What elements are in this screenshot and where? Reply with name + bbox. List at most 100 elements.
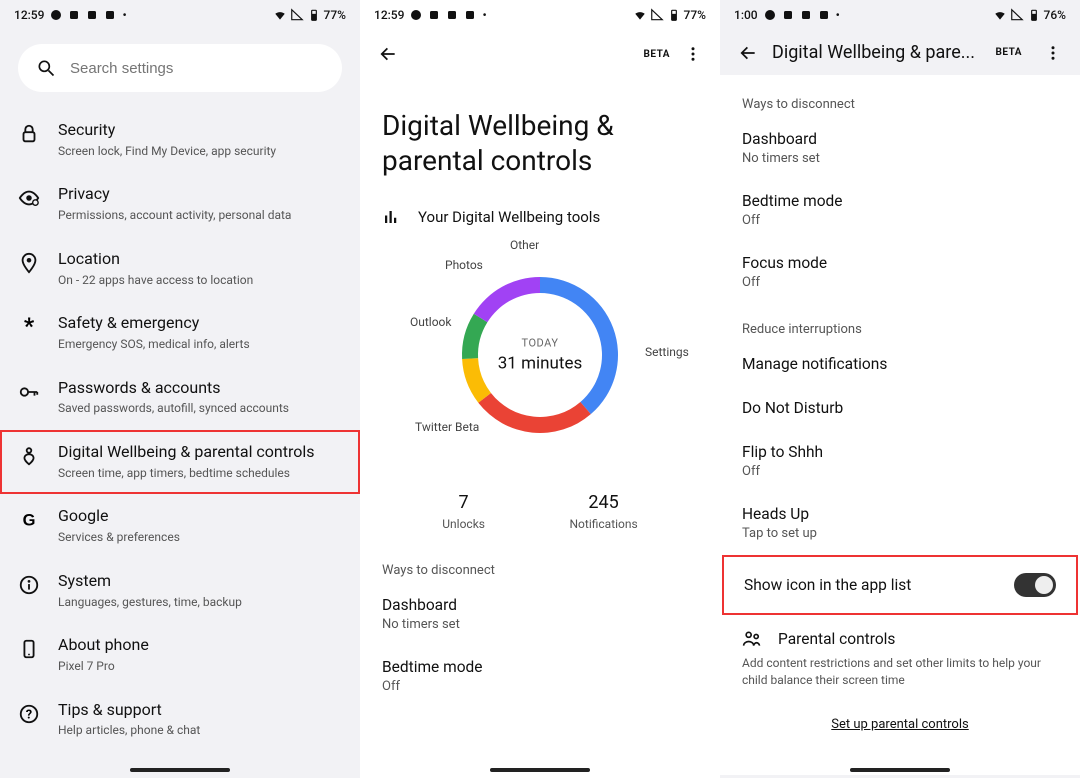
setting-sub: Emergency SOS, medical info, alerts xyxy=(58,337,342,353)
status-bar: 12:59 • 77% xyxy=(0,0,360,30)
stats-row: 7 Unlocks 245 Notifications xyxy=(360,470,720,545)
settings-screen: 12:59 • 77% Security Screen lock, Find M… xyxy=(0,0,360,778)
svg-text:*: * xyxy=(24,316,35,338)
parental-controls-row[interactable]: Parental controls xyxy=(720,615,1080,655)
setting-title: Location xyxy=(58,249,342,270)
status-time: 1:00 xyxy=(734,8,758,22)
stat-unlocks[interactable]: 7 Unlocks xyxy=(442,492,485,531)
item-focus-mode[interactable]: Focus modeOff xyxy=(720,242,1080,304)
setting-item-system[interactable]: System Languages, gestures, time, backup xyxy=(0,559,360,623)
nav-bar[interactable] xyxy=(130,768,230,772)
item-sub: Off xyxy=(742,213,1058,228)
setting-item-location[interactable]: Location On - 22 apps have access to loc… xyxy=(0,237,360,301)
setting-text: System Languages, gestures, time, backup xyxy=(58,571,342,610)
item-sub: Tap to set up xyxy=(742,526,1058,541)
back-icon[interactable] xyxy=(378,44,398,64)
setting-item-security[interactable]: Security Screen lock, Find My Device, ap… xyxy=(0,108,360,172)
more-dot: • xyxy=(122,8,126,22)
setting-item-google[interactable]: G Google Services & preferences xyxy=(0,494,360,558)
wifi-icon xyxy=(273,8,287,22)
bar-chart-icon xyxy=(382,208,400,226)
item-sub: Off xyxy=(742,464,1058,479)
setting-item-tips-support[interactable]: ? Tips & support Help articles, phone & … xyxy=(0,688,360,752)
stat-label: Unlocks xyxy=(442,517,485,531)
item-flip-to-shhh[interactable]: Flip to ShhhOff xyxy=(720,431,1080,493)
item-bedtime-mode[interactable]: Bedtime modeOff xyxy=(720,180,1080,242)
setting-title: Security xyxy=(58,120,342,141)
stat-notifications[interactable]: 245 Notifications xyxy=(570,492,638,531)
parental-controls-link[interactable]: Set up parental controls xyxy=(720,703,1080,746)
more-vert-icon[interactable] xyxy=(684,45,702,63)
setting-item-about-phone[interactable]: About phone Pixel 7 Pro xyxy=(0,623,360,687)
chart-center-label: TODAY xyxy=(498,337,582,350)
setting-title: Google xyxy=(58,506,342,527)
messenger-icon xyxy=(764,9,776,21)
setting-item-safety-emergency[interactable]: * Safety & emergency Emergency SOS, medi… xyxy=(0,301,360,365)
setting-sub: Saved passwords, autofill, synced accoun… xyxy=(58,401,342,417)
stat-num: 245 xyxy=(570,492,638,513)
chart-label-other: Other xyxy=(510,238,539,252)
search-input[interactable] xyxy=(70,60,324,77)
setting-sub: Screen time, app timers, bedtime schedul… xyxy=(58,466,342,482)
page-title: Digital Wellbeing & pare... xyxy=(772,42,982,63)
setting-text: Google Services & preferences xyxy=(58,506,342,545)
setting-sub: Pixel 7 Pro xyxy=(58,659,342,675)
item-manage-notifications[interactable]: Manage notifications xyxy=(720,343,1080,387)
search-bar[interactable] xyxy=(18,44,342,92)
battery-icon xyxy=(1027,8,1041,22)
chart-label-twitter-beta: Twitter Beta xyxy=(415,420,479,434)
setting-sub: Permissions, account activity, personal … xyxy=(58,208,342,224)
donut-slice-outlook[interactable] xyxy=(462,358,491,403)
item-sub: Off xyxy=(382,679,698,694)
usage-donut-chart[interactable]: TODAY 31 minutes SettingsTwitter BetaOut… xyxy=(360,240,720,470)
item-heads-up[interactable]: Heads UpTap to set up xyxy=(720,493,1080,555)
show-icon-toggle-row[interactable]: Show icon in the app list xyxy=(722,555,1078,615)
more-vert-icon[interactable] xyxy=(1044,44,1062,62)
google-icon: G xyxy=(18,509,40,531)
more-dot: • xyxy=(836,8,840,22)
item-dashboard[interactable]: Dashboard No timers set xyxy=(360,584,720,646)
stat-num: 7 xyxy=(442,492,485,513)
item-title: Do Not Disturb xyxy=(742,399,1058,417)
battery-percent: 77% xyxy=(684,8,706,22)
setting-item-privacy[interactable]: Privacy Permissions, account activity, p… xyxy=(0,172,360,236)
beta-badge: BETA xyxy=(996,47,1023,58)
wifi-icon xyxy=(633,8,647,22)
back-icon[interactable] xyxy=(738,43,758,63)
item-title: Dashboard xyxy=(742,130,1058,148)
key-icon xyxy=(18,381,40,403)
setting-item-passwords-accounts[interactable]: Passwords & accounts Saved passwords, au… xyxy=(0,366,360,430)
section-ways-to-disconnect: Ways to disconnect xyxy=(720,79,1080,118)
svg-text:G: G xyxy=(23,512,36,530)
toggle-switch[interactable] xyxy=(1014,573,1056,597)
pin-icon xyxy=(18,252,40,274)
item-bedtime-mode[interactable]: Bedtime mode Off xyxy=(360,646,720,708)
setting-text: Digital Wellbeing & parental controls Sc… xyxy=(58,442,342,481)
dw-header: BETA xyxy=(360,30,720,78)
signal-icon xyxy=(290,8,304,22)
dw-tools-label: Your Digital Wellbeing tools xyxy=(418,208,600,226)
item-title: Bedtime mode xyxy=(382,658,698,676)
setting-title: About phone xyxy=(58,635,342,656)
donut-slice-photos[interactable] xyxy=(462,314,487,359)
setting-title: Digital Wellbeing & parental controls xyxy=(58,442,342,463)
item-sub: No timers set xyxy=(742,151,1058,166)
app-icon xyxy=(800,9,812,21)
item-dashboard[interactable]: Dashboard No timers set xyxy=(720,118,1080,180)
app-icon xyxy=(104,9,116,21)
nav-bar[interactable] xyxy=(490,768,590,772)
signal-icon xyxy=(1010,8,1024,22)
item-do-not-disturb[interactable]: Do Not Disturb xyxy=(720,387,1080,431)
setting-text: Location On - 22 apps have access to loc… xyxy=(58,249,342,288)
beta-badge: BETA xyxy=(644,49,671,60)
p3-header: Digital Wellbeing & pare... BETA xyxy=(720,30,1080,75)
item-sub: Off xyxy=(742,275,1058,290)
parental-controls-title: Parental controls xyxy=(778,630,895,648)
donut-slice-twitter-beta[interactable] xyxy=(478,393,590,433)
nav-bar[interactable] xyxy=(850,768,950,772)
section-reduce-interruptions: Reduce interruptions xyxy=(720,304,1080,343)
messenger-icon xyxy=(410,9,422,21)
donut-slice-other[interactable] xyxy=(474,277,540,322)
setting-item-digital-wellbeing-parental-controls[interactable]: Digital Wellbeing & parental controls Sc… xyxy=(0,430,360,494)
chart-center-value: 31 minutes xyxy=(498,354,582,374)
